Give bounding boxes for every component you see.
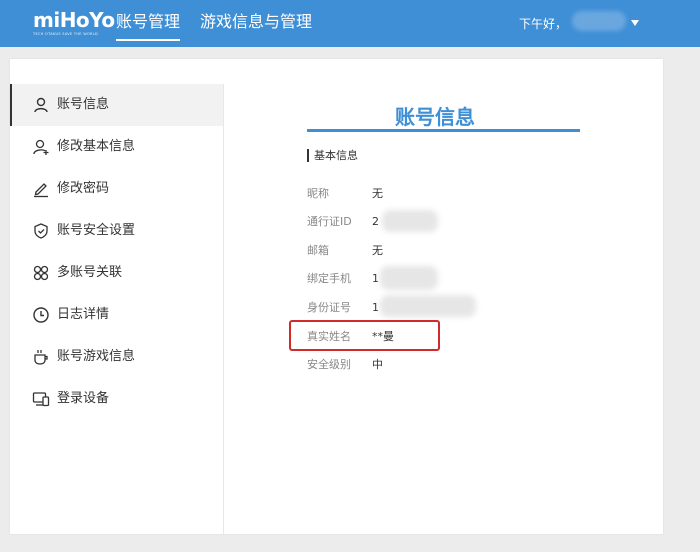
sidebar-item-label: 登录设备 bbox=[57, 391, 110, 406]
redacted-phone bbox=[380, 266, 438, 290]
nav-account-management[interactable]: 账号管理 bbox=[116, 13, 181, 41]
username-redacted[interactable] bbox=[572, 11, 626, 31]
redacted-id-number bbox=[380, 295, 476, 317]
shield-check-icon bbox=[34, 223, 48, 239]
mihoyo-logo[interactable]: miHoYo TECH OTAKUS SAVE THE WORLD bbox=[33, 8, 115, 38]
grid-icon bbox=[33, 265, 49, 281]
field-value-phone: 1 bbox=[372, 272, 379, 285]
real-name-highlight bbox=[289, 320, 440, 351]
sidebar-item-log-details[interactable]: 日志详情 bbox=[10, 294, 223, 336]
user-icon bbox=[34, 97, 48, 113]
field-value-security-level: 中 bbox=[372, 358, 383, 371]
clock-icon bbox=[33, 307, 49, 323]
sidebar-item-security-settings[interactable]: 账号安全设置 bbox=[10, 210, 223, 252]
nav-game-info[interactable]: 游戏信息与管理 bbox=[200, 13, 312, 31]
sidebar-item-label: 账号信息 bbox=[57, 97, 110, 112]
sidebar: 账号信息 修改基本信息 修改密码 账号安全设置 多账号关联 日志详情 账号游戏信… bbox=[10, 84, 224, 534]
sidebar-item-label: 修改基本信息 bbox=[57, 139, 136, 154]
user-plus-icon bbox=[33, 139, 49, 155]
redacted-passport-id bbox=[382, 210, 438, 232]
sidebar-item-edit-basic-info[interactable]: 修改基本信息 bbox=[10, 126, 223, 168]
field-value-email: 无 bbox=[372, 244, 383, 257]
logo-wordmark: miHoYo bbox=[33, 8, 115, 32]
sidebar-item-label: 多账号关联 bbox=[57, 265, 123, 280]
section-heading: 基本信息 bbox=[307, 149, 358, 162]
field-label-phone: 绑定手机 bbox=[307, 272, 351, 285]
field-label-id-number: 身份证号 bbox=[307, 301, 351, 314]
sidebar-item-label: 日志详情 bbox=[57, 307, 110, 322]
field-label-passport-id: 通行证ID bbox=[307, 215, 352, 228]
field-label-nickname: 昵称 bbox=[307, 187, 329, 200]
field-value-nickname: 无 bbox=[372, 187, 383, 200]
greeting-text: 下午好， bbox=[519, 17, 568, 31]
sidebar-item-login-devices[interactable]: 登录设备 bbox=[10, 378, 223, 420]
field-value-id-number: 1 bbox=[372, 301, 379, 314]
sidebar-item-label: 修改密码 bbox=[57, 181, 110, 196]
sidebar-item-change-password[interactable]: 修改密码 bbox=[10, 168, 223, 210]
title-underline bbox=[307, 129, 580, 132]
chevron-down-icon[interactable] bbox=[631, 20, 639, 26]
devices-icon bbox=[32, 392, 50, 407]
sidebar-item-label: 账号安全设置 bbox=[57, 223, 136, 238]
sidebar-item-linked-accounts[interactable]: 多账号关联 bbox=[10, 252, 223, 294]
field-label-email: 邮箱 bbox=[307, 244, 329, 257]
page-title: 账号信息 bbox=[395, 105, 475, 129]
top-bar: miHoYo TECH OTAKUS SAVE THE WORLD 账号管理 游… bbox=[0, 0, 700, 47]
cup-icon bbox=[34, 350, 48, 365]
sidebar-item-label: 账号游戏信息 bbox=[57, 349, 136, 364]
logo-tagline: TECH OTAKUS SAVE THE WORLD bbox=[33, 32, 99, 36]
sidebar-item-game-info[interactable]: 账号游戏信息 bbox=[10, 336, 223, 378]
field-value-passport-id: 2 bbox=[372, 215, 379, 228]
field-label-security-level: 安全级别 bbox=[307, 358, 351, 371]
sidebar-item-account-info[interactable]: 账号信息 bbox=[10, 84, 223, 126]
pen-icon bbox=[34, 183, 48, 198]
